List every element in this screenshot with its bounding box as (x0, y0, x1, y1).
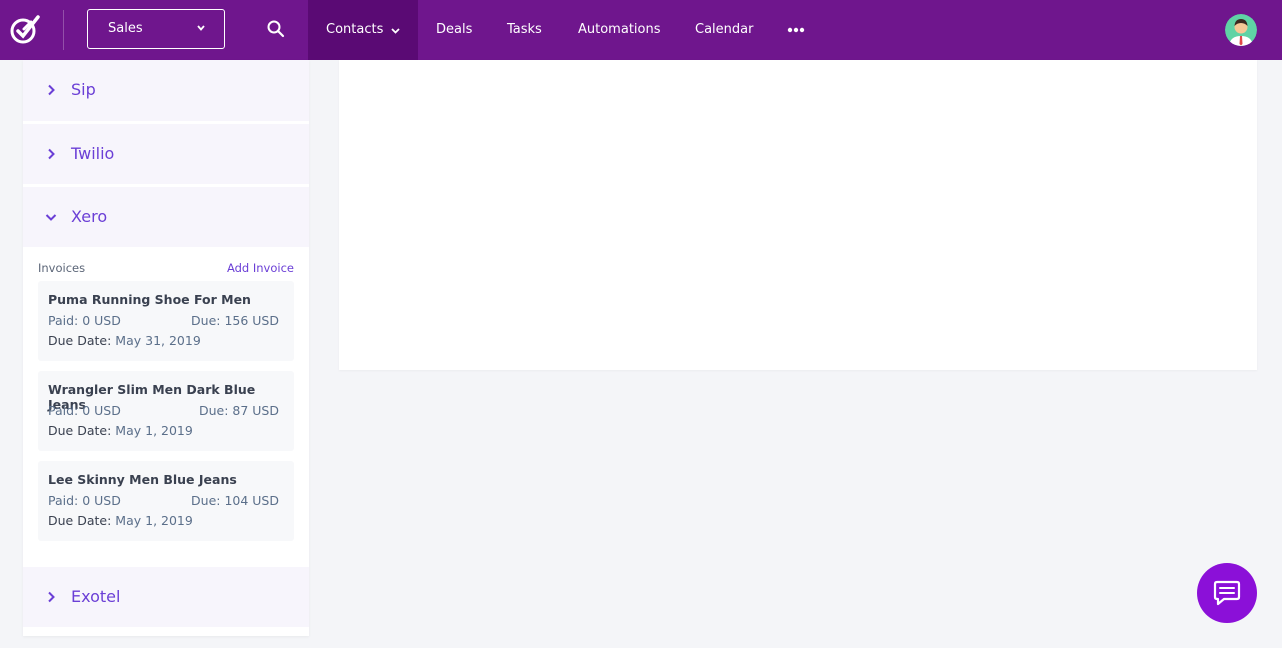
invoice-title: Puma Running Shoe For Men (48, 292, 251, 307)
nav-tasks[interactable]: Tasks (507, 0, 542, 60)
section-label: Xero (71, 207, 108, 226)
invoice-due: Due: 104 USD (191, 493, 279, 508)
due-date-label: Due Date: (48, 423, 112, 438)
invoice-due-date: Due Date: May 31, 2019 (48, 333, 201, 348)
logo-icon[interactable] (9, 13, 41, 45)
pipeline-value: Sales (108, 21, 143, 36)
divider (63, 10, 64, 50)
invoice-due: Due: 87 USD (198, 403, 279, 418)
section-label: Twilio (71, 144, 115, 163)
invoice-paid: Paid: 0 USD (48, 493, 121, 508)
main-content-panel (339, 60, 1257, 370)
due-date-value: May 1, 2019 (115, 513, 193, 528)
section-label: Exotel (71, 587, 121, 606)
chat-icon (1213, 580, 1241, 606)
search-icon[interactable] (266, 19, 286, 39)
nav-automations[interactable]: Automations (578, 0, 661, 60)
due-date-value: May 31, 2019 (115, 333, 201, 348)
invoice-due: Due: 156 USD (191, 313, 279, 328)
invoice-card[interactable]: Wrangler Slim Men Dark Blue Jeans Paid: … (38, 371, 294, 451)
chevron-down-icon (45, 214, 57, 221)
pipeline-select[interactable]: Sales (87, 9, 225, 49)
chevron-right-icon (48, 148, 55, 160)
nav-contacts[interactable]: Contacts (308, 0, 418, 60)
nav-contacts-label: Contacts (326, 22, 384, 37)
nav-deals[interactable]: Deals (436, 0, 472, 60)
chevron-down-icon (391, 28, 400, 34)
avatar[interactable] (1225, 14, 1257, 46)
invoices-label: Invoices (38, 261, 86, 275)
invoice-card[interactable]: Lee Skinny Men Blue Jeans Paid: 0 USD Du… (38, 461, 294, 541)
section-xero[interactable]: Xero (23, 187, 309, 247)
invoice-title: Lee Skinny Men Blue Jeans (48, 472, 237, 487)
section-twilio[interactable]: Twilio (23, 124, 309, 184)
more-icon[interactable] (786, 24, 806, 36)
nav-calendar[interactable]: Calendar (695, 0, 753, 60)
section-sip[interactable]: Sip (23, 60, 309, 121)
invoice-paid: Paid: 0 USD (48, 403, 121, 418)
invoice-paid: Paid: 0 USD (48, 313, 121, 328)
invoice-due-date: Due Date: May 1, 2019 (48, 423, 193, 438)
add-invoice-link[interactable]: Add Invoice (227, 261, 294, 275)
integrations-sidebar: Sip Twilio Xero Invoices Add Invoice Pum… (23, 60, 309, 636)
chevron-down-icon (197, 25, 205, 31)
invoice-due-date: Due Date: May 1, 2019 (48, 513, 193, 528)
chevron-right-icon (48, 591, 55, 603)
chat-button[interactable] (1197, 563, 1257, 623)
chevron-right-icon (48, 84, 55, 96)
section-label: Sip (71, 80, 96, 99)
due-date-label: Due Date: (48, 333, 112, 348)
due-date-label: Due Date: (48, 513, 112, 528)
invoice-card[interactable]: Puma Running Shoe For Men Paid: 0 USD Du… (38, 281, 294, 361)
due-date-value: May 1, 2019 (115, 423, 193, 438)
section-exotel[interactable]: Exotel (23, 567, 309, 627)
top-navigation: Sales Contacts Deals Tasks Automations C… (0, 0, 1282, 60)
